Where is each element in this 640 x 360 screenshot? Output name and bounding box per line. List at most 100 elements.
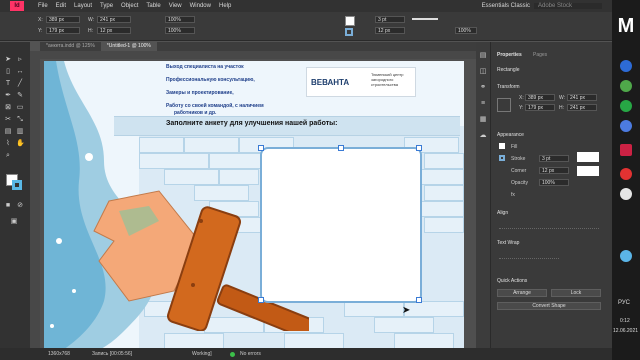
tab-pages[interactable]: Pages <box>533 52 547 58</box>
scale-y-field[interactable]: 100% <box>165 27 195 34</box>
menu-view[interactable]: View <box>165 3 186 9</box>
selection-handle[interactable] <box>416 145 422 151</box>
tab-anketa[interactable]: *анкета.indd @ 125% <box>40 42 101 51</box>
lock-button[interactable]: Lock <box>551 289 601 297</box>
stroke-color-icon[interactable] <box>12 180 22 190</box>
scale-x-field[interactable]: 100% <box>165 16 195 23</box>
gradient-tool-icon[interactable]: ▤ <box>4 128 12 136</box>
canvas[interactable]: Выход специалиста на участок Профессиона… <box>40 59 488 348</box>
menu-window[interactable]: Window <box>186 3 215 9</box>
panel-dock-rail: ▤ ◫ ⚭ ≡ ▦ ☁ <box>476 42 490 348</box>
selection-handle[interactable] <box>416 297 422 303</box>
fill-swatch-panel[interactable] <box>499 143 505 149</box>
layers-panel-icon[interactable]: ◫ <box>479 68 487 76</box>
fill-swatch[interactable] <box>345 16 355 26</box>
convert-shape-button[interactable]: Convert Shape <box>497 302 601 310</box>
eyedropper-tool-icon[interactable]: ⌇ <box>4 140 12 148</box>
y-field[interactable]: 179 px <box>46 27 80 34</box>
menu-help[interactable]: Help <box>215 3 235 9</box>
menu-object[interactable]: Object <box>117 3 142 9</box>
preflight-profile[interactable]: Working] <box>192 351 212 357</box>
frame-tool-icon[interactable]: ⊠ <box>4 104 12 112</box>
menu-table[interactable]: Table <box>142 3 164 9</box>
gap-tool-icon[interactable]: ↔ <box>16 68 24 76</box>
search-input[interactable]: Adobe Stock <box>534 3 602 9</box>
hand-tool-icon[interactable]: ✋ <box>16 140 25 148</box>
opacity-field[interactable]: 100% <box>455 27 477 34</box>
opacity-panel-field[interactable]: 100% <box>539 179 569 186</box>
tab-untitled[interactable]: *Untitled-1 @ 100% <box>100 42 157 51</box>
pen-tool-icon[interactable]: ✒ <box>4 92 12 100</box>
appearance-heading: Appearance <box>497 132 524 138</box>
menu-layout[interactable]: Layout <box>70 3 96 9</box>
align-buttons-row[interactable] <box>499 220 599 229</box>
reference-point-icon[interactable] <box>497 98 511 112</box>
stroke-panel-icon[interactable]: ≡ <box>479 100 487 108</box>
selection-handle[interactable] <box>338 145 344 151</box>
stroke-style-preview[interactable] <box>577 152 599 162</box>
selected-rectangle-frame[interactable] <box>260 147 422 303</box>
errors-text[interactable]: No errors <box>240 351 261 357</box>
cc-libraries-icon[interactable]: ☁ <box>479 132 487 140</box>
app-icon[interactable] <box>620 100 632 112</box>
brick <box>419 201 464 217</box>
stroke-weight-field[interactable]: 3 pt <box>375 16 405 23</box>
screen-mode-icon[interactable]: ▣ <box>10 218 18 226</box>
type-tool-icon[interactable]: T <box>4 80 12 88</box>
apply-none-icon[interactable]: ⊘ <box>16 202 24 210</box>
indesign-taskbar-icon[interactable] <box>620 144 632 156</box>
line-tool-icon[interactable]: ╱ <box>16 80 24 88</box>
w-field[interactable]: 241 px <box>97 16 131 23</box>
panel-x-field[interactable]: 389 px <box>525 94 555 101</box>
panel-w-field[interactable]: 241 px <box>567 94 597 101</box>
apply-color-icon[interactable]: ■ <box>4 202 12 210</box>
text-wrap-buttons[interactable] <box>499 250 559 259</box>
bullet-item: Выход специалиста на участок <box>166 64 244 70</box>
selection-handle[interactable] <box>258 145 264 151</box>
x-field[interactable]: 389 px <box>46 16 80 23</box>
panel-y-field[interactable]: 179 px <box>525 104 555 111</box>
document-tabs: *анкета.indd @ 125% *Untitled-1 @ 100% <box>40 42 488 51</box>
free-transform-icon[interactable]: ⤡ <box>16 116 24 124</box>
pencil-tool-icon[interactable]: ✎ <box>16 92 24 100</box>
properties-panel: Properties Pages Rectangle Transform X: … <box>490 42 613 348</box>
panel-h-label: H: <box>559 105 564 111</box>
zoom-tool-icon[interactable]: ⌕ <box>4 152 12 160</box>
app-icon[interactable] <box>620 168 632 180</box>
pages-panel-icon[interactable]: ▤ <box>479 52 487 60</box>
app-icon[interactable] <box>620 120 632 132</box>
menu-type[interactable]: Type <box>96 3 117 9</box>
direct-selection-icon[interactable]: ▹ <box>16 56 24 64</box>
tab-properties[interactable]: Properties <box>497 52 522 58</box>
stroke-swatch-panel[interactable] <box>499 155 505 161</box>
app-icon[interactable] <box>620 80 632 92</box>
panel-h-field[interactable]: 241 px <box>567 104 597 111</box>
workspace-switcher[interactable]: Essentials Classic <box>478 3 534 9</box>
corner-field[interactable]: 12 px <box>375 27 405 34</box>
rectangle-tool-icon[interactable]: ▭ <box>16 104 24 112</box>
effects-label[interactable]: fx <box>511 192 515 198</box>
bullet-item: Работу со своей командой, с наличием <box>166 103 264 109</box>
menu-edit[interactable]: Edit <box>52 3 70 9</box>
language-indicator[interactable]: РУС <box>618 300 630 306</box>
selection-handle[interactable] <box>258 297 264 303</box>
swatches-panel-icon[interactable]: ▦ <box>479 116 487 124</box>
stroke-type-preview[interactable] <box>412 18 438 20</box>
note-tool-icon[interactable]: ▥ <box>16 128 24 136</box>
selection-tool-icon[interactable]: ➤ <box>4 56 12 64</box>
vertical-ruler[interactable] <box>30 51 40 348</box>
menu-file[interactable]: File <box>34 3 52 9</box>
stroke-weight-panel[interactable]: 3 pt <box>539 155 569 162</box>
app-icon[interactable] <box>620 60 632 72</box>
h-label: H: <box>88 28 93 34</box>
app-icon[interactable] <box>620 188 632 200</box>
arrange-button[interactable]: Arrange <box>497 289 547 297</box>
h-field[interactable]: 12 px <box>97 27 131 34</box>
corner-style-preview[interactable] <box>577 166 599 176</box>
scissors-tool-icon[interactable]: ✂ <box>4 116 12 124</box>
links-panel-icon[interactable]: ⚭ <box>479 84 487 92</box>
page-tool-icon[interactable]: ▯ <box>4 68 12 76</box>
app-icon[interactable] <box>620 250 632 262</box>
corner-panel-field[interactable]: 12 px <box>539 167 569 174</box>
stroke-swatch[interactable] <box>345 28 353 36</box>
